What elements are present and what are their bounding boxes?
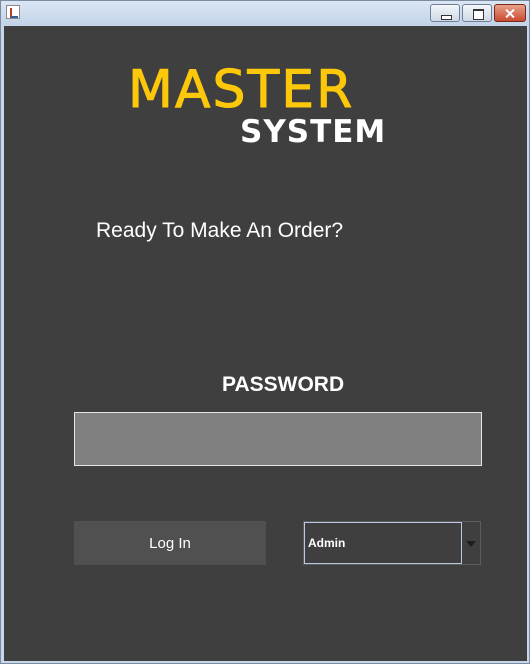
maximize-button[interactable] (462, 4, 492, 22)
minimize-button[interactable] (430, 4, 460, 22)
title-bar[interactable] (1, 1, 529, 25)
role-select[interactable]: Admin (303, 521, 481, 565)
login-button[interactable]: Log In (74, 521, 266, 565)
logo-master-text: MASTER (128, 60, 355, 120)
app-window: MASTER SYSTEM Ready To Make An Order? PA… (0, 0, 530, 664)
logo-system-text: SYSTEM (240, 114, 387, 150)
role-select-value[interactable]: Admin (304, 522, 462, 564)
java-cup-icon (6, 5, 20, 19)
password-field[interactable] (74, 412, 482, 466)
password-label: PASSWORD (222, 373, 345, 396)
chevron-down-icon[interactable] (462, 522, 480, 564)
close-button[interactable] (494, 4, 526, 22)
login-panel: MASTER SYSTEM Ready To Make An Order? PA… (4, 26, 527, 661)
order-prompt: Ready To Make An Order? (96, 219, 344, 242)
